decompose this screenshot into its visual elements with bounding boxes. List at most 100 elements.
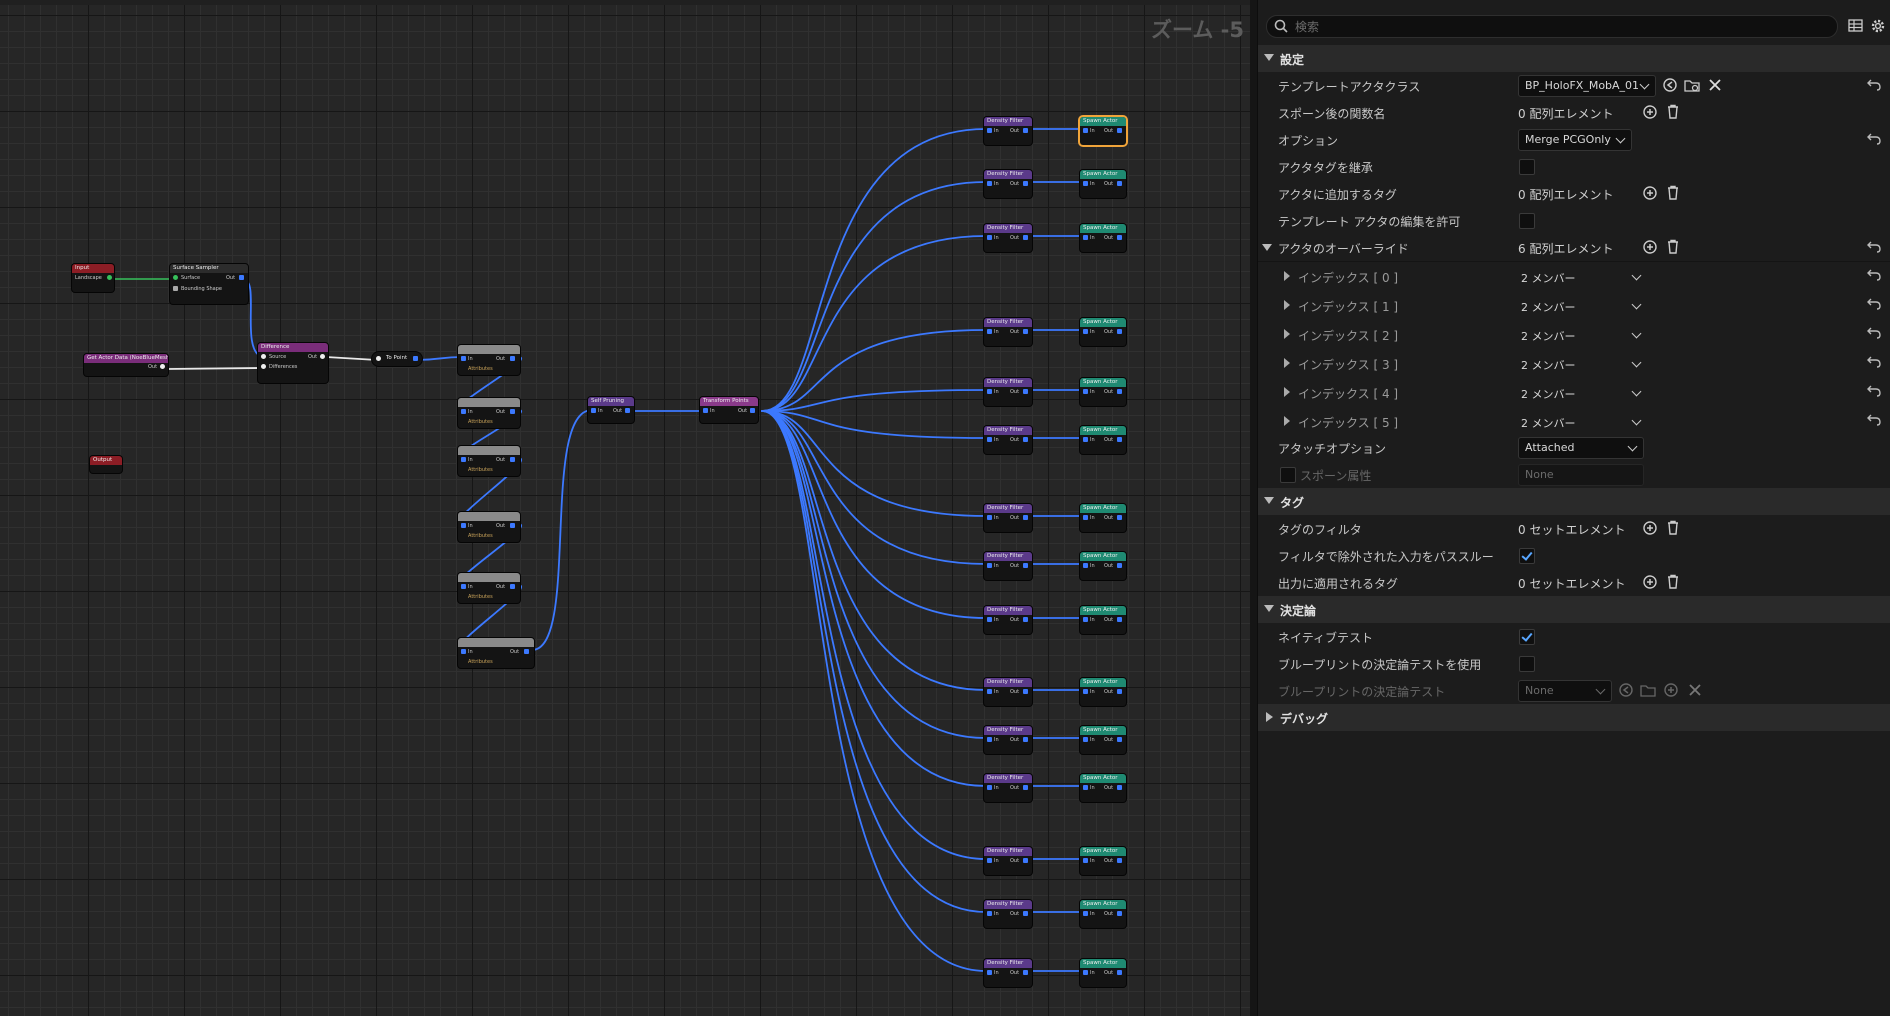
node-self-pruning[interactable]: Self Pruning In Out <box>588 397 634 423</box>
pin-out-socket[interactable] <box>1117 563 1122 568</box>
node-attribute-filter[interactable]: In Out Attributes <box>458 345 520 375</box>
override-index-dropdown[interactable]: 2 メンバー <box>1514 324 1648 346</box>
pin-in-socket[interactable] <box>461 649 466 654</box>
node-attribute-filter[interactable]: In Out Attributes <box>458 573 520 603</box>
expand-arrow-icon[interactable] <box>1284 358 1290 368</box>
pin-out-socket[interactable] <box>1117 617 1122 622</box>
pin-in-socket[interactable] <box>1083 235 1088 240</box>
attach-option-dropdown[interactable]: Attached <box>1518 437 1644 459</box>
add-element-icon[interactable] <box>1642 185 1658 201</box>
pin-in-socket[interactable] <box>1083 737 1088 742</box>
template-actor-class-dropdown[interactable]: BP_HoloFX_MobA_01 <box>1518 75 1656 97</box>
node-spawn-actor[interactable]: Spawn Actor In Out <box>1080 378 1126 406</box>
pin-landscape-socket[interactable] <box>107 275 112 280</box>
pin-out-socket[interactable] <box>1023 617 1028 622</box>
node-density-filter[interactable]: Density Filter In Out <box>984 678 1032 706</box>
spawn-attribute-override-checkbox[interactable] <box>1280 467 1296 483</box>
node-spawn-actor[interactable]: Spawn Actor In Out <box>1080 117 1126 145</box>
pin-out-socket[interactable] <box>1023 858 1028 863</box>
clear-icon[interactable] <box>1708 77 1722 93</box>
pin-in-socket[interactable] <box>703 408 708 413</box>
pin-out-socket[interactable] <box>510 584 515 589</box>
section-determinism[interactable]: 決定論 <box>1258 596 1890 623</box>
node-get-actor-data[interactable]: Get Actor Data (NoeBlueMesh) Out <box>84 354 168 376</box>
pin-in-socket[interactable] <box>987 563 992 568</box>
reset-to-default-icon[interactable] <box>1867 239 1881 253</box>
pin-out-socket[interactable] <box>320 354 325 359</box>
row-override-index[interactable]: インデックス [ 5 ] 2 メンバー <box>1258 407 1890 437</box>
pin-in-socket[interactable] <box>1083 911 1088 916</box>
pin-in-socket[interactable] <box>987 389 992 394</box>
pin-out-socket[interactable] <box>1117 785 1122 790</box>
node-attribute-filter[interactable]: In Out Attributes <box>458 398 520 428</box>
node-spawn-actor[interactable]: Spawn Actor In Out <box>1080 606 1126 634</box>
pin-out-socket[interactable] <box>510 523 515 528</box>
row-override-index[interactable]: インデックス [ 4 ] 2 メンバー <box>1258 378 1890 408</box>
override-index-dropdown[interactable]: 2 メンバー <box>1514 382 1648 404</box>
node-output[interactable]: Output <box>90 456 122 473</box>
pin-in-socket[interactable] <box>461 356 466 361</box>
pin-in-socket[interactable] <box>1083 128 1088 133</box>
pin-out-socket[interactable] <box>1023 737 1028 742</box>
pin-out-socket[interactable] <box>1117 515 1122 520</box>
node-difference[interactable]: Difference Source Out Differences <box>258 343 328 383</box>
reset-to-default-icon[interactable] <box>1867 325 1881 339</box>
node-to-point[interactable]: To Point <box>372 352 422 366</box>
pin-in-socket[interactable] <box>987 970 992 975</box>
reset-to-default-icon[interactable] <box>1867 77 1881 91</box>
table-view-icon[interactable] <box>1848 18 1863 33</box>
node-density-filter[interactable]: Density Filter In Out <box>984 959 1032 987</box>
pin-out-socket[interactable] <box>1023 181 1028 186</box>
override-index-dropdown[interactable]: 2 メンバー <box>1514 411 1648 433</box>
pin-out-socket[interactable] <box>625 408 630 413</box>
reset-to-default-icon[interactable] <box>1867 383 1881 397</box>
pin-in-socket[interactable] <box>461 457 466 462</box>
pin-out-socket[interactable] <box>1023 785 1028 790</box>
pin-out-socket[interactable] <box>1023 128 1028 133</box>
node-density-filter[interactable]: Density Filter In Out <box>984 378 1032 406</box>
node-spawn-actor[interactable]: Spawn Actor In Out <box>1080 224 1126 252</box>
pin-source-socket[interactable] <box>261 354 266 359</box>
node-spawn-actor[interactable]: Spawn Actor In Out <box>1080 678 1126 706</box>
node-density-filter[interactable]: Density Filter In Out <box>984 318 1032 346</box>
pin-in-socket[interactable] <box>1083 970 1088 975</box>
node-input[interactable]: Input Landscape <box>72 264 114 292</box>
pin-in-socket[interactable] <box>1083 389 1088 394</box>
node-density-filter[interactable]: Density Filter In Out <box>984 847 1032 875</box>
node-density-filter[interactable]: Density Filter In Out <box>984 552 1032 580</box>
pin-in-socket[interactable] <box>461 409 466 414</box>
reset-to-default-icon[interactable] <box>1867 412 1881 426</box>
node-density-filter[interactable]: Density Filter In Out <box>984 774 1032 802</box>
pin-out-socket[interactable] <box>1117 911 1122 916</box>
pin-out-socket[interactable] <box>1117 329 1122 334</box>
inherit-actor-tags-checkbox[interactable] <box>1519 159 1535 175</box>
node-density-filter[interactable]: Density Filter In Out <box>984 504 1032 532</box>
pin-in-socket[interactable] <box>987 329 992 334</box>
add-element-icon[interactable] <box>1642 239 1658 255</box>
node-transform-points[interactable]: Transform Points In Out <box>700 397 758 423</box>
row-override-index[interactable]: インデックス [ 3 ] 2 メンバー <box>1258 349 1890 379</box>
search-box[interactable] <box>1266 15 1838 38</box>
pin-out-socket[interactable] <box>1117 858 1122 863</box>
node-spawn-actor[interactable]: Spawn Actor In Out <box>1080 900 1126 928</box>
pin-bounding-socket[interactable] <box>173 286 178 291</box>
trash-icon[interactable] <box>1666 520 1680 536</box>
node-density-filter[interactable]: Density Filter In Out <box>984 170 1032 198</box>
pin-out-socket[interactable] <box>239 275 244 280</box>
pin-out-socket[interactable] <box>1023 235 1028 240</box>
pin-in-socket[interactable] <box>1083 181 1088 186</box>
pin-in-socket[interactable] <box>1083 858 1088 863</box>
pin-in-socket[interactable] <box>1083 437 1088 442</box>
pin-out-socket[interactable] <box>1023 389 1028 394</box>
option-dropdown[interactable]: Merge PCGOnly <box>1518 129 1632 151</box>
trash-icon[interactable] <box>1666 239 1680 255</box>
pin-out-socket[interactable] <box>1023 437 1028 442</box>
pin-in-socket[interactable] <box>1083 515 1088 520</box>
node-spawn-actor[interactable]: Spawn Actor In Out <box>1080 318 1126 346</box>
section-settings[interactable]: 設定 <box>1258 45 1890 72</box>
pin-in-socket[interactable] <box>1083 617 1088 622</box>
pin-out-socket[interactable] <box>1117 970 1122 975</box>
override-index-dropdown[interactable]: 2 メンバー <box>1514 295 1648 317</box>
node-spawn-actor[interactable]: Spawn Actor In Out <box>1080 426 1126 454</box>
pin-in-socket[interactable] <box>987 737 992 742</box>
